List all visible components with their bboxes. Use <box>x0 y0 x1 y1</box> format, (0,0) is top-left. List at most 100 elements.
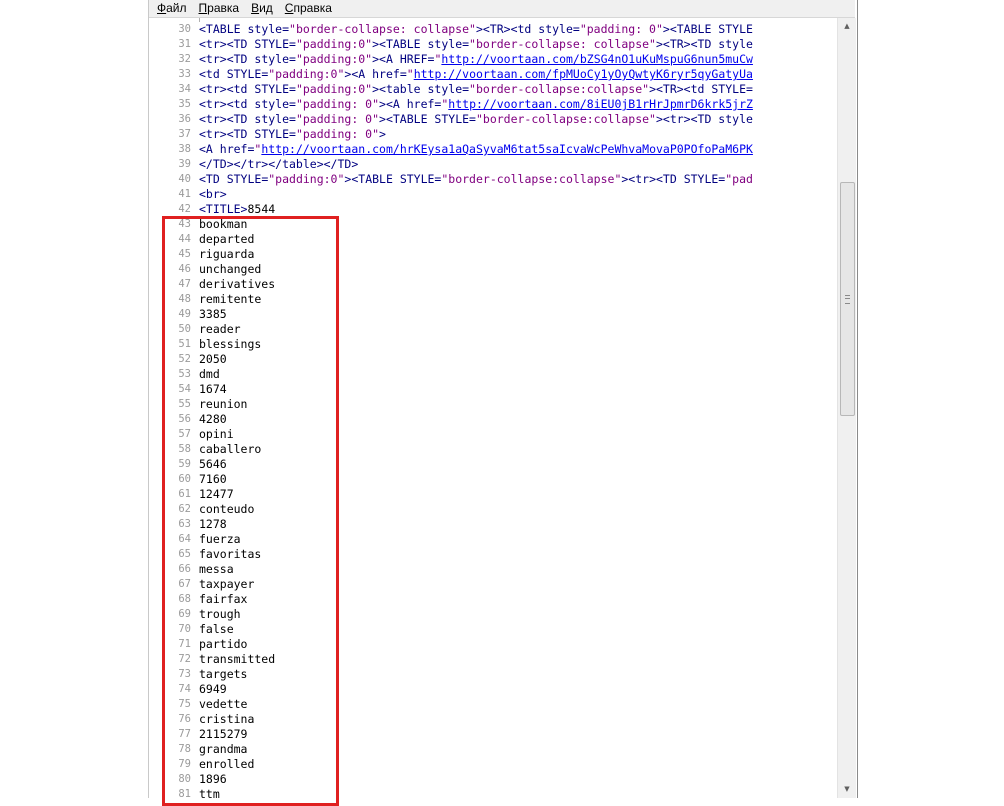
line-number: 54 <box>178 383 191 395</box>
line-number: 70 <box>178 623 191 635</box>
line-code: cristina <box>199 712 255 726</box>
line-number: 45 <box>178 248 191 260</box>
code-line-word-2[interactable]: 45 riguarda <box>149 247 837 262</box>
code-token: style= <box>254 112 296 126</box>
code-line-word-20[interactable]: 63 1278 <box>149 517 837 532</box>
code-line-word-3[interactable]: 46 unchanged <box>149 262 837 277</box>
code-line-word-38[interactable]: 81 ttm <box>149 787 837 798</box>
code-line-html-4[interactable]: 34 <tr><td STYLE="padding:0"><table style… <box>149 82 837 97</box>
code-line-word-6[interactable]: 49 3385 <box>149 307 837 322</box>
line-code: grandma <box>199 742 248 756</box>
line-code: blessings <box>199 337 262 351</box>
code-line-html-1[interactable]: 31 <tr><TD STYLE="padding:0"><TABLE style… <box>149 37 837 52</box>
code-line-word-32[interactable]: 75 vedette <box>149 697 837 712</box>
line-number: 63 <box>178 518 191 530</box>
code-token: <tr><TD <box>199 52 255 66</box>
code-line-word-19[interactable]: 62 conteudo <box>149 502 837 517</box>
code-line-word-31[interactable]: 74 6949 <box>149 682 837 697</box>
code-line-word-5[interactable]: 48 remitente <box>149 292 837 307</box>
code-line-word-22[interactable]: 65 favoritas <box>149 547 837 562</box>
code-line-html-0[interactable]: 30 <TABLE style="border-collapse: collaps… <box>149 22 837 37</box>
code-line-html-11[interactable]: 41 <br> <box>149 187 837 202</box>
code-line-word-1[interactable]: 44 departed <box>149 232 837 247</box>
line-number: 56 <box>178 413 191 425</box>
code-line-word-8[interactable]: 51 blessings <box>149 337 837 352</box>
code-line-word-34[interactable]: 77 2115279 <box>149 727 837 742</box>
code-token: "padding:0" <box>295 82 373 96</box>
url-text[interactable]: http://voortaan.com/hrKEysa1aQaSyvaM6tat… <box>261 142 753 156</box>
code-line-word-27[interactable]: 70 false <box>149 622 837 637</box>
code-token: > <box>379 127 386 141</box>
code-line-html-8[interactable]: 38 <A href="http://voortaan.com/hrKEysa1a… <box>149 142 837 157</box>
code-token: ><A <box>344 67 373 81</box>
menu-bar: Файл Правка Вид Справка <box>149 0 855 18</box>
code-line-html-12[interactable]: 42 <TITLE>8544 <box>149 202 837 217</box>
code-line-word-26[interactable]: 69 trough <box>149 607 837 622</box>
line-code: remitente <box>199 292 262 306</box>
code-line-html-10[interactable]: 40 <TD STYLE="padding:0"><TABLE STYLE="bo… <box>149 172 837 187</box>
code-line-word-24[interactable]: 67 taxpayer <box>149 577 837 592</box>
code-line-word-25[interactable]: 68 fairfax <box>149 592 837 607</box>
code-token: <tr><TD <box>199 112 255 126</box>
line-number: 46 <box>178 263 191 275</box>
line-number: 38 <box>178 143 191 155</box>
line-code: 1896 <box>199 772 227 786</box>
code-token: href= <box>219 142 255 156</box>
code-line-word-17[interactable]: 60 7160 <box>149 472 837 487</box>
code-line-word-15[interactable]: 58 caballero <box>149 442 837 457</box>
code-line-word-0[interactable]: 43 bookman <box>149 217 837 232</box>
code-line-word-12[interactable]: 55 reunion <box>149 397 837 412</box>
code-editor-area[interactable]: 30 <TABLE style="border-collapse: collaps… <box>149 18 837 798</box>
code-line-word-13[interactable]: 56 4280 <box>149 412 837 427</box>
url-text[interactable]: http://voortaan.com/fpMUoCy1yOyQwtyK6ryr… <box>414 67 753 81</box>
code-line-html-7[interactable]: 37 <tr><TD STYLE="padding: 0"> <box>149 127 837 142</box>
code-line-word-14[interactable]: 57 opini <box>149 427 837 442</box>
url-text[interactable]: http://voortaan.com/8iEU0jB1rHrJpmrD6krk… <box>448 97 753 111</box>
line-code: unchanged <box>199 262 262 276</box>
code-line-word-33[interactable]: 76 cristina <box>149 712 837 727</box>
menu-help-label: правка <box>293 1 332 15</box>
code-line-word-16[interactable]: 59 5646 <box>149 457 837 472</box>
code-token: "border-collapse: collapse" <box>469 37 656 51</box>
scroll-up-arrow-icon[interactable]: ▲ <box>838 18 856 35</box>
code-line-word-28[interactable]: 71 partido <box>149 637 837 652</box>
code-token: ><tr><TD <box>655 112 719 126</box>
code-line-html-3[interactable]: 33 <td STYLE="padding:0"><A href="http://… <box>149 67 837 82</box>
line-code: 2050 <box>199 352 227 366</box>
code-line-word-7[interactable]: 50 reader <box>149 322 837 337</box>
line-number: 49 <box>178 308 191 320</box>
code-line-word-30[interactable]: 73 targets <box>149 667 837 682</box>
menu-view[interactable]: Вид <box>244 0 278 17</box>
vertical-scrollbar[interactable]: ▲ ▼ <box>837 18 856 798</box>
line-code: 5646 <box>199 457 227 471</box>
url-text[interactable]: http://voortaan.com/bZSG4nO1uKuMspuG6nun… <box>441 52 753 66</box>
scrollbar-thumb[interactable] <box>840 182 855 416</box>
code-line-word-21[interactable]: 64 fuerza <box>149 532 837 547</box>
code-line-word-10[interactable]: 53 dmd <box>149 367 837 382</box>
code-line-word-36[interactable]: 79 enrolled <box>149 757 837 772</box>
code-token: "border-collapse: collapse" <box>289 22 476 36</box>
code-line-word-4[interactable]: 47 derivatives <box>149 277 837 292</box>
menu-file[interactable]: Файл <box>149 0 192 17</box>
code-line-html-2[interactable]: 32 <tr><TD style="padding:0"><A HREF="htt… <box>149 52 837 67</box>
menu-help[interactable]: Справка <box>278 0 337 17</box>
code-line-html-9[interactable]: 39 </TD></tr></table></TD> <box>149 157 837 172</box>
code-line-word-23[interactable]: 66 messa <box>149 562 837 577</box>
menu-edit[interactable]: Правка <box>192 0 245 17</box>
code-line-word-35[interactable]: 78 grandma <box>149 742 837 757</box>
code-line-word-29[interactable]: 72 transmitted <box>149 652 837 667</box>
scroll-down-arrow-icon[interactable]: ▼ <box>838 781 856 798</box>
line-number: 36 <box>178 113 191 125</box>
code-line-word-18[interactable]: 61 12477 <box>149 487 837 502</box>
code-token: "pad <box>725 172 753 186</box>
line-number: 34 <box>178 83 191 95</box>
code-line-html-6[interactable]: 36 <tr><TD style="padding: 0"><TABLE STYL… <box>149 112 837 127</box>
code-line-word-9[interactable]: 52 2050 <box>149 352 837 367</box>
code-line-word-37[interactable]: 80 1896 <box>149 772 837 787</box>
code-line-word-11[interactable]: 54 1674 <box>149 382 837 397</box>
code-token: ><tr><TD <box>621 172 684 186</box>
code-line-html-5[interactable]: 35 <tr><td style="padding: 0"><A href="ht… <box>149 97 837 112</box>
code-token: <TD <box>199 172 227 186</box>
line-number: 51 <box>178 338 191 350</box>
line-code: bookman <box>199 217 248 231</box>
